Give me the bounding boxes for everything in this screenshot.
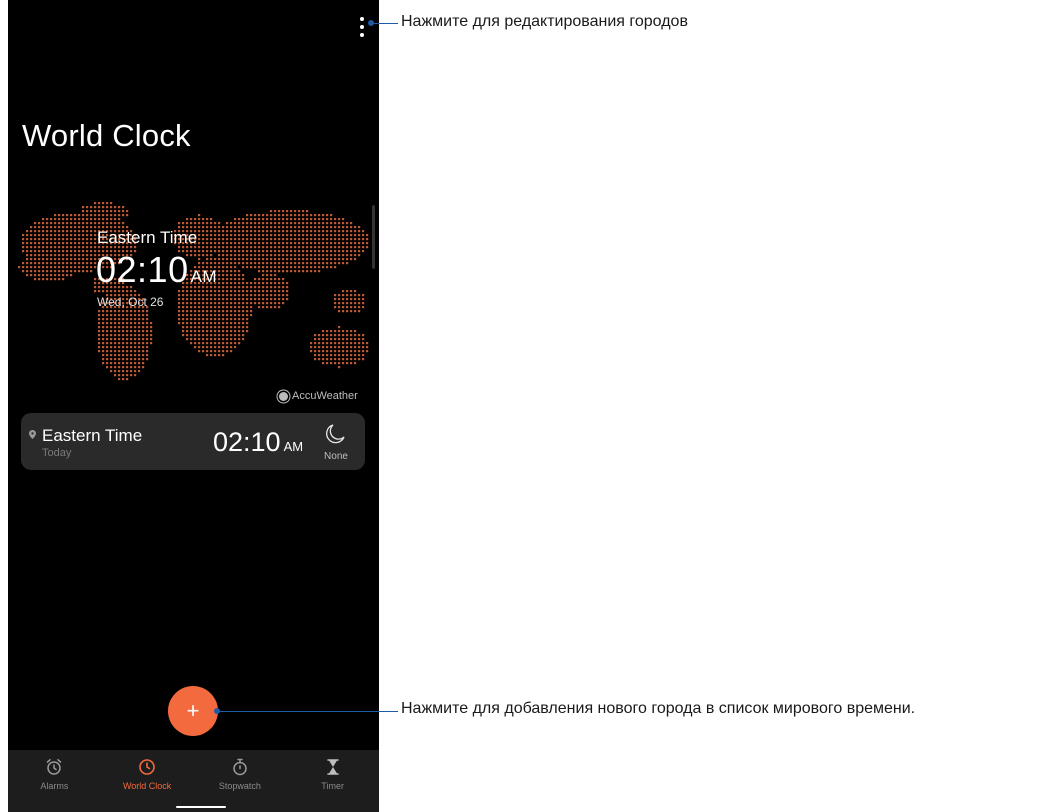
moon-icon [326, 424, 345, 444]
add-city-callout: Нажмите для добавления нового города в с… [401, 700, 916, 717]
location-pin-icon [29, 430, 36, 439]
edit-cities-callout: Нажмите для редактирования городов [401, 13, 688, 30]
tab-stopwatch[interactable]: Stopwatch [194, 750, 287, 812]
edit-callout-line [372, 23, 398, 24]
more-vert-icon-dot [360, 33, 364, 37]
screenshot-stage: World Clock Eastern Time 02:10 AM Wed, Oc… [0, 0, 1047, 812]
more-vert-icon-dot [360, 25, 364, 29]
more-vert-icon [360, 17, 364, 21]
phone-screen: World Clock Eastern Time 02:10 AM Wed, Oc… [8, 0, 379, 812]
weather-provider-label: AccuWeather [292, 390, 358, 402]
city-time-value: 02:10 [213, 427, 281, 457]
stopwatch-icon [233, 758, 247, 776]
weather-provider-credit: AccuWeather [279, 390, 358, 402]
city-day: Today [42, 447, 72, 459]
accuweather-logo-icon [279, 391, 288, 401]
city-weather: None [324, 451, 348, 462]
tab-timer[interactable]: Timer [286, 750, 379, 812]
add-icon: + [186, 697, 200, 723]
page-title: World Clock [22, 118, 191, 153]
tab-timer-label: Timer [321, 781, 344, 791]
more-options-button[interactable] [354, 16, 370, 38]
bottom-navigation: Alarms World Clock Stopwatch Timer [8, 750, 379, 812]
alarm-clock-icon [47, 759, 62, 775]
city-card[interactable]: Eastern Time Today 02:10 AM None [21, 413, 365, 470]
home-indicator[interactable] [176, 806, 226, 808]
tab-stopwatch-label: Stopwatch [218, 781, 261, 791]
hero-city-name: Eastern Time [97, 228, 198, 247]
city-time: 02:10 AM [213, 427, 303, 458]
add-callout-line [217, 711, 398, 712]
hero-date: Wed, Oct 26 [97, 295, 164, 309]
add-city-button[interactable]: + [168, 686, 218, 736]
city-time-ampm: AM [283, 439, 304, 454]
hero-time-value: 02:10 [96, 249, 189, 290]
clock-icon [139, 759, 155, 775]
tab-world-clock-label: World Clock [122, 781, 172, 791]
hero-time: 02:10 AM [96, 249, 217, 291]
city-name: Eastern Time [42, 426, 143, 445]
hourglass-icon [326, 759, 339, 775]
tab-alarms-label: Alarms [40, 781, 69, 791]
hero-time-ampm: AM [190, 267, 218, 286]
world-map-image [18, 202, 369, 381]
tab-alarms[interactable]: Alarms [8, 750, 101, 812]
scrollbar[interactable] [372, 205, 375, 269]
tab-world-clock[interactable]: World Clock [101, 750, 194, 812]
